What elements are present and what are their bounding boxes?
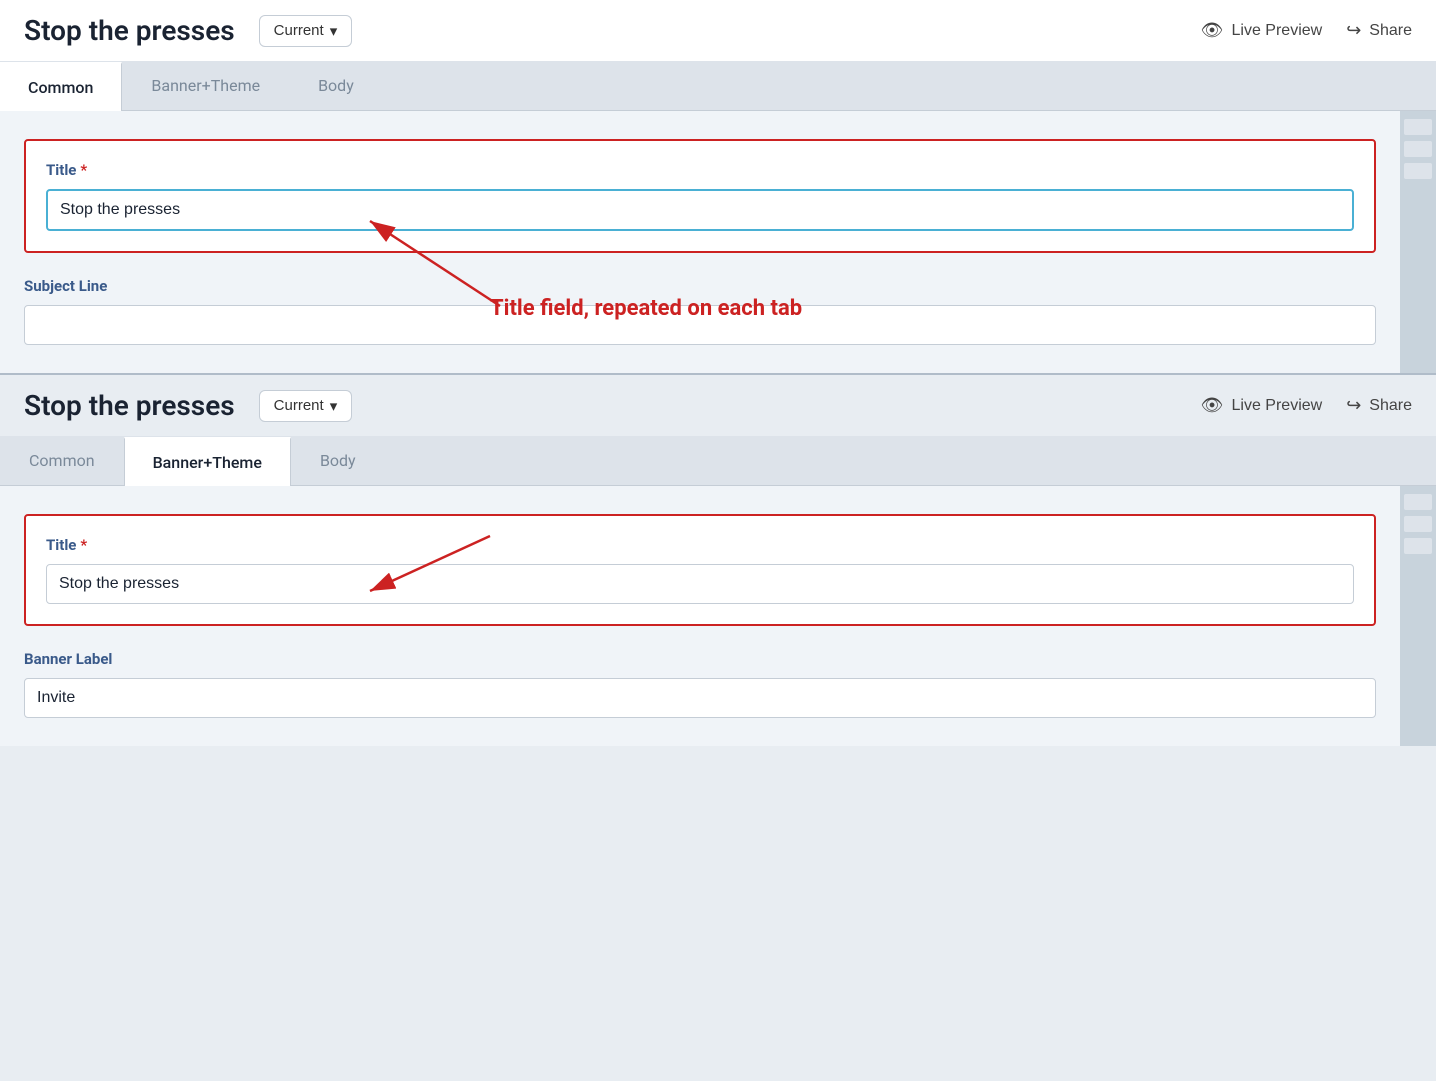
panel-1-main: Title * Subject Line [0, 111, 1400, 373]
banner-label-input[interactable] [24, 678, 1376, 718]
right-sidebar-2 [1400, 486, 1436, 746]
tabs-bar-2: Common Banner+Theme Body [0, 437, 1436, 486]
page-title-2: Stop the presses [24, 389, 235, 422]
right-sidebar-2-item-2 [1404, 516, 1432, 532]
panel-2-header: Stop the presses Current ▾ 👁 Live Previe… [0, 375, 1436, 437]
right-sidebar-1 [1400, 111, 1436, 373]
required-star-1: * [80, 161, 87, 179]
annotation-text-1: Title field, repeated on each tab [490, 296, 802, 321]
eye-icon-2: 👁 [1201, 395, 1224, 416]
right-sidebar-item-3 [1404, 163, 1432, 179]
version-label-1: Current [274, 22, 324, 39]
right-sidebar-2-item-3 [1404, 538, 1432, 554]
header-actions-1: 👁 Live Preview ↪ Share [1201, 20, 1412, 41]
page-title-1: Stop the presses [24, 14, 235, 47]
share-icon-2: ↪ [1346, 395, 1361, 416]
eye-icon-1: 👁 [1201, 20, 1224, 41]
header-actions-2: 👁 Live Preview ↪ Share [1201, 395, 1412, 416]
live-preview-button-2[interactable]: 👁 Live Preview [1201, 395, 1323, 416]
tab-body-1[interactable]: Body [289, 62, 383, 110]
panel-1-content: Title * Subject Line [0, 111, 1436, 373]
required-star-2: * [80, 536, 87, 554]
panel-2: Stop the presses Current ▾ 👁 Live Previe… [0, 375, 1436, 746]
tab-body-2[interactable]: Body [291, 437, 385, 485]
version-label-2: Current [274, 397, 324, 414]
panel-2-main: Title * Banner Label [0, 486, 1400, 746]
live-preview-label-2: Live Preview [1232, 397, 1323, 415]
share-button-2[interactable]: ↪ Share [1346, 395, 1412, 416]
right-sidebar-item-1 [1404, 119, 1432, 135]
tab-common-1[interactable]: Common [0, 62, 122, 111]
tab-common-2[interactable]: Common [0, 437, 124, 485]
title-section-2: Title * [24, 514, 1376, 626]
chevron-down-icon-1: ▾ [330, 22, 338, 40]
tabs-bar-1: Common Banner+Theme Body [0, 62, 1436, 111]
version-dropdown-2[interactable]: Current ▾ [259, 390, 353, 422]
title-input-1[interactable] [46, 189, 1354, 231]
share-label-2: Share [1369, 397, 1412, 415]
share-button-1[interactable]: ↪ Share [1346, 20, 1412, 41]
subject-label-1: Subject Line [24, 277, 1376, 295]
right-sidebar-item-2 [1404, 141, 1432, 157]
title-label-1: Title * [46, 161, 1354, 179]
panel-2-content: Title * Banner Label [0, 486, 1436, 746]
live-preview-label-1: Live Preview [1232, 22, 1323, 40]
live-preview-button-1[interactable]: 👁 Live Preview [1201, 20, 1323, 41]
share-label-1: Share [1369, 22, 1412, 40]
title-section-1: Title * [24, 139, 1376, 253]
tab-banner-theme-2[interactable]: Banner+Theme [124, 437, 291, 486]
share-icon-1: ↪ [1346, 20, 1361, 41]
title-label-2: Title * [46, 536, 1354, 554]
banner-label-heading: Banner Label [24, 650, 1376, 668]
panel-1: Stop the presses Current ▾ 👁 Live Previe… [0, 0, 1436, 373]
title-input-2[interactable] [46, 564, 1354, 604]
version-dropdown-1[interactable]: Current ▾ [259, 15, 353, 47]
tab-banner-theme-1[interactable]: Banner+Theme [122, 62, 289, 110]
right-sidebar-2-item-1 [1404, 494, 1432, 510]
app-container: Stop the presses Current ▾ 👁 Live Previe… [0, 0, 1436, 1081]
chevron-down-icon-2: ▾ [330, 397, 338, 415]
panel-1-header: Stop the presses Current ▾ 👁 Live Previe… [0, 0, 1436, 62]
banner-label-section: Banner Label [24, 650, 1376, 718]
